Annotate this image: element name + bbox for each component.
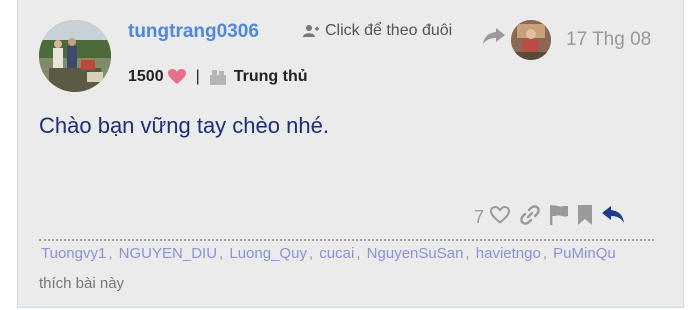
likers-list: Tuongvy1, NGUYEN_DIU, Luong_Quy, cucai, …: [41, 245, 616, 262]
copy-link-button[interactable]: [520, 205, 540, 230]
share-icon: [483, 28, 505, 44]
username-link[interactable]: tungtrang0306: [128, 21, 259, 43]
likers-divider: [39, 239, 654, 241]
liked-suffix: thích bài này: [39, 275, 125, 292]
flag-icon: [550, 205, 569, 225]
post-date[interactable]: 17 Thg 08: [566, 29, 651, 51]
user-score: 1500: [128, 68, 164, 85]
reply-to-avatar[interactable]: [511, 20, 551, 60]
bookmark-icon: [578, 205, 593, 225]
badge-icon: [209, 69, 226, 85]
flag-button[interactable]: [550, 205, 569, 230]
bookmark-button[interactable]: [578, 205, 593, 230]
badge-label[interactable]: Trung thủ: [234, 68, 308, 86]
share-button[interactable]: [483, 28, 505, 49]
stats-separator: |: [195, 68, 200, 85]
liker-link[interactable]: NguyenSuSan: [367, 245, 464, 262]
reply-button[interactable]: [602, 206, 625, 229]
liker-link[interactable]: NGUYEN_DIU: [119, 245, 217, 262]
user-plus-icon: [303, 25, 319, 37]
post-actions: 7: [474, 205, 634, 230]
reply-icon: [602, 206, 625, 223]
user-stats: 1500 | Trung thủ: [128, 68, 308, 86]
user-avatar[interactable]: [39, 20, 111, 92]
post-card: tungtrang0306 Click để theo đuôi 17 Thg …: [17, 0, 684, 308]
link-icon: [520, 205, 540, 225]
heart-icon: [167, 69, 186, 84]
liker-link[interactable]: havietngo: [476, 245, 541, 262]
like-count[interactable]: 7: [474, 207, 484, 228]
follow-button[interactable]: Click để theo đuôi: [303, 22, 452, 40]
liker-link[interactable]: Tuongvy1: [41, 245, 106, 262]
like-button[interactable]: [490, 205, 511, 229]
post-message: Chào bạn vững tay chèo nhé.: [39, 113, 329, 138]
heart-outline-icon: [490, 205, 511, 224]
liker-link[interactable]: cucai: [319, 245, 354, 262]
liker-link[interactable]: Luong_Quy: [229, 245, 307, 262]
follow-label: Click để theo đuôi: [325, 22, 453, 39]
liker-link[interactable]: PuMinQu: [553, 245, 616, 262]
